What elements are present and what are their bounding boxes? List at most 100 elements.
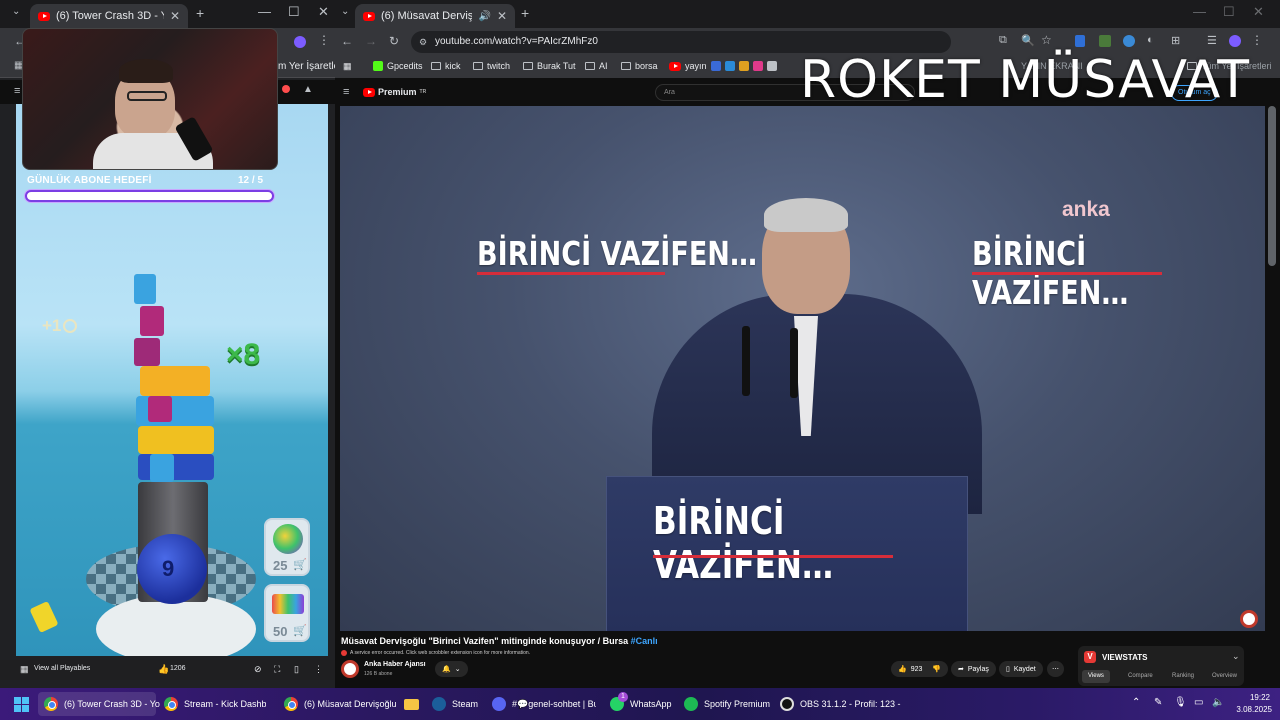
bookmark-item[interactable]: twitch [473, 61, 510, 71]
forward-icon[interactable]: → [365, 34, 377, 48]
youtube-favicon-icon [38, 11, 50, 21]
taskbar-item-whatsapp[interactable]: 1 WhatsApp [604, 692, 678, 716]
folder-icon [404, 698, 419, 710]
save-icon[interactable]: ▯ [294, 664, 299, 675]
viewstats-tab[interactable]: Ranking [1166, 670, 1200, 683]
clock-date[interactable]: 3.08.2025 [1228, 705, 1272, 714]
taskbar-item-tower-crash[interactable]: (6) Tower Crash 3D - Yo [38, 692, 160, 716]
clock-time[interactable]: 19:22 [1236, 693, 1270, 702]
right-tab-strip: ⌄ (6) Müsavat Dervişoğlu "Bi 🔊 ✕ + — ☐ ✕ [335, 0, 1280, 28]
channel-badge-icon [1240, 610, 1258, 628]
video-player[interactable]: BİRİNCİ VAZİFEN… BİRİNCİ VAZİFEN… anka B… [340, 106, 1265, 631]
close-window-icon[interactable]: ✕ [318, 4, 329, 20]
taskbar-item-obs[interactable]: OBS 31.1.2 - Profil: 123 - [774, 692, 907, 716]
new-tab-icon[interactable]: + [196, 5, 204, 21]
network-icon[interactable]: ▭ [1194, 697, 1203, 708]
bookmark-item[interactable]: AI [585, 61, 608, 71]
sidepanel-icon[interactable]: ☰ [1207, 34, 1217, 47]
bookmark-icons-row[interactable] [711, 61, 777, 71]
like-icon[interactable]: 👍 [158, 664, 169, 675]
chevron-down-icon[interactable]: ⌄ [1232, 651, 1240, 662]
close-tab-icon[interactable]: ✕ [497, 9, 507, 23]
extension-icon[interactable] [294, 36, 306, 48]
pen-icon[interactable]: ✎ [1154, 697, 1162, 708]
extension-icon[interactable] [1099, 35, 1111, 47]
tab-musavat[interactable]: (6) Müsavat Dervişoğlu "Bi 🔊 ✕ [355, 4, 515, 28]
back-icon[interactable]: ← [341, 34, 353, 48]
menu-dots-icon[interactable]: ⋮ [318, 33, 330, 47]
channel-subs: 126 B abone [364, 671, 393, 677]
scrollbar-thumb[interactable] [1268, 106, 1276, 266]
cast-icon[interactable]: ⧉ [999, 34, 1007, 47]
start-button[interactable] [8, 692, 35, 716]
bookmark-item[interactable]: borsa [621, 61, 658, 71]
profile-avatar[interactable] [1229, 35, 1241, 47]
extensions-icon[interactable]: ⊞ [1171, 34, 1180, 47]
collapse-icon[interactable]: ▲ [303, 84, 313, 95]
fullscreen-icon[interactable]: ⛶ [274, 664, 280, 675]
share-button[interactable]: ➦ Paylaş [951, 661, 996, 677]
extension-icon[interactable] [1123, 35, 1135, 47]
tower-block [134, 338, 160, 366]
tray-chevron-icon[interactable]: ⌃ [1132, 697, 1140, 708]
reload-icon[interactable]: ↻ [389, 34, 399, 48]
bell-icon: 🔔 [442, 666, 451, 673]
youtube-premium-logo[interactable]: Premium TR [363, 87, 426, 97]
site-info-icon[interactable]: ⚙ [419, 31, 427, 53]
media-icon[interactable]: ◐ [1147, 34, 1154, 46]
minimize-icon[interactable]: — [258, 4, 271, 19]
extension-icon[interactable] [1075, 35, 1085, 47]
ball[interactable]: 9 [137, 534, 207, 604]
like-button[interactable]: 👍 923 👎 [891, 661, 949, 677]
close-tab-icon[interactable]: ✕ [170, 9, 180, 23]
mic-icon[interactable]: 🎙 [1174, 697, 1187, 708]
bookmark-item[interactable]: Gpcedits [373, 61, 423, 71]
booster-rainbow-button[interactable]: 50 🛒 [264, 584, 310, 642]
game-playable-canvas[interactable]: +1 ×8 9 25 🛒 50 🛒 [16, 104, 328, 656]
menu-dots-icon[interactable]: ⋮ [1251, 33, 1263, 47]
bookmark-item[interactable]: kick [431, 61, 461, 71]
tab-search-icon[interactable]: ⌄ [12, 6, 20, 17]
ball-number: 9 [162, 556, 175, 581]
bookmark-star-icon[interactable]: ☆ [1041, 33, 1052, 47]
volume-icon[interactable]: 🔈 [1212, 697, 1224, 708]
more-icon[interactable]: ⋮ [314, 664, 323, 675]
channel-name[interactable]: Anka Haber Ajansı [364, 661, 426, 668]
close-window-icon[interactable]: ✕ [1253, 4, 1264, 20]
taskbar-item-spotify[interactable]: Spotify Premium [678, 692, 776, 716]
notification-bell-button[interactable]: 🔔 ⌄ [435, 661, 468, 677]
viewstats-tab[interactable]: Compare [1122, 670, 1159, 683]
mute-icon[interactable]: ⊘ [254, 664, 262, 675]
taskbar-item-musavat[interactable]: (6) Müsavat Dervişoğlu [278, 692, 397, 716]
apps-icon[interactable]: ▦ [343, 61, 352, 72]
bookmark-item[interactable]: Burak Tut [523, 61, 576, 71]
bookmark-item[interactable]: yayın [669, 61, 707, 71]
viewstats-tab[interactable]: Views [1082, 670, 1110, 683]
more-actions-button[interactable]: ⋯ [1047, 661, 1064, 677]
viewstats-tab[interactable]: Overview [1206, 670, 1243, 683]
taskbar-item-discord[interactable]: #💬genel-sohbet | Bur [486, 692, 602, 716]
hamburger-icon[interactable]: ≡ [343, 86, 349, 98]
tab-search-icon[interactable]: ⌄ [341, 6, 349, 17]
notification-icon[interactable] [282, 85, 290, 93]
taskbar-item-steam[interactable]: Steam [426, 692, 484, 716]
tab-tower-crash[interactable]: (6) Tower Crash 3D - YouTube ✕ [30, 4, 188, 28]
channel-avatar[interactable] [341, 660, 359, 678]
new-tab-icon[interactable]: + [521, 5, 529, 21]
taskbar-file-explorer[interactable] [398, 692, 425, 716]
zoom-icon[interactable]: 🔍 [1021, 34, 1035, 47]
maximize-icon[interactable]: ☐ [288, 4, 300, 20]
folder-icon [473, 62, 483, 70]
coin-popup: +1 [42, 316, 78, 336]
taskbar-item-kick[interactable]: Stream - Kick Dashboar [158, 692, 272, 716]
audio-icon[interactable]: 🔊 [478, 11, 490, 22]
thumbs-down-icon[interactable]: 👎 [932, 665, 941, 673]
youtube-favicon-icon [669, 61, 681, 71]
save-button[interactable]: ▯ Kaydet [999, 661, 1043, 677]
booster-bomb-button[interactable]: 25 🛒 [264, 518, 310, 576]
maximize-icon[interactable]: ☐ [1223, 4, 1235, 20]
minimize-icon[interactable]: — [1193, 4, 1206, 19]
hamburger-icon[interactable]: ≡ [14, 85, 20, 97]
bookmarks-folder-label[interactable]: m Yer İşaretleri [278, 61, 335, 72]
view-all-playables[interactable]: View all Playables [34, 665, 90, 672]
